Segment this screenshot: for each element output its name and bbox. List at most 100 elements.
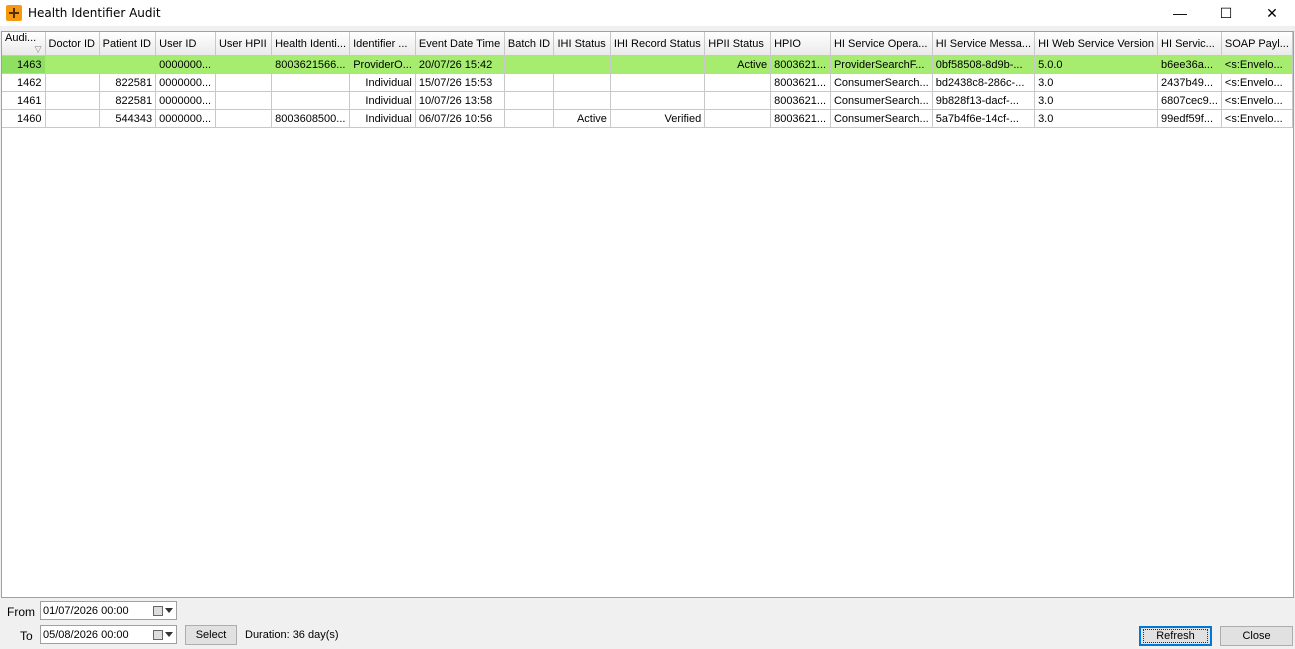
- table-cell[interactable]: Individual: [349, 73, 416, 92]
- table-cell[interactable]: 06/07/26 10:56: [415, 109, 505, 128]
- table-cell[interactable]: [504, 73, 555, 92]
- table-cell[interactable]: [704, 73, 772, 92]
- close-button[interactable]: Close: [1220, 626, 1293, 646]
- minimize-icon[interactable]: —: [1157, 0, 1203, 26]
- table-cell[interactable]: <s:Envelo...: [1221, 91, 1293, 110]
- column-header[interactable]: User HPII: [215, 32, 273, 56]
- table-cell[interactable]: ConsumerSearch...: [830, 91, 933, 110]
- table-cell[interactable]: 5.0.0: [1034, 55, 1159, 74]
- column-header[interactable]: User ID: [155, 32, 216, 56]
- column-header[interactable]: Health Identi...: [271, 32, 351, 56]
- table-cell[interactable]: 6807cec9...: [1157, 91, 1222, 110]
- table-cell[interactable]: ConsumerSearch...: [830, 73, 933, 92]
- refresh-button[interactable]: Refresh: [1139, 626, 1212, 646]
- table-cell[interactable]: [99, 55, 157, 74]
- column-header[interactable]: Patient ID: [99, 32, 157, 56]
- table-cell[interactable]: [271, 73, 351, 92]
- table-cell[interactable]: [553, 73, 611, 92]
- table-cell[interactable]: [215, 91, 273, 110]
- table-cell[interactable]: Verified: [610, 109, 706, 128]
- column-header[interactable]: IHI Record Status: [610, 32, 706, 56]
- column-header[interactable]: Doctor ID: [45, 32, 100, 56]
- table-cell[interactable]: 0bf58508-8d9b-...: [932, 55, 1036, 74]
- table-cell[interactable]: [504, 55, 555, 74]
- table-cell[interactable]: 8003621...: [770, 91, 831, 110]
- close-window-icon[interactable]: ✕: [1249, 0, 1295, 26]
- table-cell[interactable]: 3.0: [1034, 91, 1159, 110]
- table-cell[interactable]: [704, 91, 772, 110]
- table-cell[interactable]: 0000000...: [155, 73, 216, 92]
- column-header[interactable]: HI Servic...: [1157, 32, 1222, 56]
- table-cell[interactable]: 8003621...: [770, 73, 831, 92]
- to-date-picker[interactable]: 05/08/2026 00:00: [40, 625, 177, 644]
- table-row[interactable]: 1462 822581 0000000... Individual 15/07/26 1…: [2, 73, 1293, 92]
- table-row[interactable]: 1463 0000000... 8003621566... ProviderO... 2…: [2, 55, 1293, 74]
- column-header[interactable]: HPIO: [770, 32, 831, 56]
- table-cell[interactable]: 2437b49...: [1157, 73, 1222, 92]
- column-header[interactable]: IHI Status: [553, 32, 611, 56]
- table-row[interactable]: 1461 822581 0000000... Individual 10/07/26 1…: [2, 91, 1293, 110]
- table-cell[interactable]: [45, 73, 100, 92]
- table-cell[interactable]: [45, 91, 100, 110]
- table-cell[interactable]: 3.0: [1034, 73, 1159, 92]
- table-cell[interactable]: <s:Envelo...: [1221, 55, 1293, 74]
- table-cell[interactable]: 8003621...: [770, 55, 831, 74]
- column-header[interactable]: HI Web Service Version: [1034, 32, 1159, 56]
- table-cell[interactable]: [553, 91, 611, 110]
- table-cell[interactable]: [504, 91, 555, 110]
- table-cell[interactable]: <s:Envelo...: [1221, 109, 1293, 128]
- column-header[interactable]: Audi... ▽: [2, 32, 46, 56]
- table-cell[interactable]: 5a7b4f6e-14cf-...: [932, 109, 1036, 128]
- table-cell[interactable]: 1462: [2, 73, 46, 92]
- table-cell[interactable]: 1463: [2, 55, 46, 74]
- from-date-picker[interactable]: 01/07/2026 00:00: [40, 601, 177, 620]
- table-cell[interactable]: 8003608500...: [271, 109, 351, 128]
- table-cell[interactable]: 1460: [2, 109, 46, 128]
- table-cell[interactable]: 15/07/26 15:53: [415, 73, 505, 92]
- table-cell[interactable]: 3.0: [1034, 109, 1159, 128]
- table-cell[interactable]: 544343: [99, 109, 157, 128]
- table-cell[interactable]: ConsumerSearch...: [830, 109, 933, 128]
- table-cell[interactable]: [610, 91, 706, 110]
- table-cell[interactable]: 99edf59f...: [1157, 109, 1222, 128]
- audit-grid[interactable]: Audi... ▽ Doctor ID Patient ID User ID User H…: [1, 31, 1294, 598]
- column-header[interactable]: Identifier ...: [349, 32, 416, 56]
- table-cell[interactable]: [610, 55, 706, 74]
- table-cell[interactable]: Active: [553, 109, 611, 128]
- table-cell[interactable]: 0000000...: [155, 55, 216, 74]
- table-cell[interactable]: [610, 73, 706, 92]
- table-cell[interactable]: 1461: [2, 91, 46, 110]
- select-button[interactable]: Select: [185, 625, 237, 645]
- table-cell[interactable]: 20/07/26 15:42: [415, 55, 505, 74]
- table-cell[interactable]: bd2438c8-286c-...: [932, 73, 1036, 92]
- table-cell[interactable]: [45, 109, 100, 128]
- table-cell[interactable]: ProviderSearchF...: [830, 55, 933, 74]
- table-cell[interactable]: Individual: [349, 91, 416, 110]
- table-cell[interactable]: [704, 109, 772, 128]
- table-cell[interactable]: 8003621566...: [271, 55, 351, 74]
- table-cell[interactable]: [215, 109, 273, 128]
- table-cell[interactable]: Active: [704, 55, 772, 74]
- table-cell[interactable]: 0000000...: [155, 91, 216, 110]
- column-header[interactable]: Batch ID: [504, 32, 555, 56]
- table-cell[interactable]: [271, 91, 351, 110]
- column-header[interactable]: HI Service Opera...: [830, 32, 933, 56]
- table-cell[interactable]: 9b828f13-dacf-...: [932, 91, 1036, 110]
- table-cell[interactable]: 8003621...: [770, 109, 831, 128]
- table-cell[interactable]: [553, 55, 611, 74]
- table-row[interactable]: 1460 544343 0000000... 8003608500... Individ…: [2, 109, 1293, 128]
- from-calendar-dropdown[interactable]: [150, 602, 176, 619]
- table-cell[interactable]: [215, 55, 273, 74]
- table-cell[interactable]: 822581: [99, 73, 157, 92]
- table-cell[interactable]: [215, 73, 273, 92]
- table-cell[interactable]: ProviderO...: [349, 55, 416, 74]
- to-calendar-dropdown[interactable]: [150, 626, 176, 643]
- column-header[interactable]: HPII Status: [704, 32, 772, 56]
- table-cell[interactable]: 0000000...: [155, 109, 216, 128]
- table-cell[interactable]: [504, 109, 555, 128]
- maximize-icon[interactable]: ☐: [1203, 0, 1249, 26]
- table-cell[interactable]: [45, 55, 100, 74]
- table-cell[interactable]: 10/07/26 13:58: [415, 91, 505, 110]
- table-cell[interactable]: <s:Envelo...: [1221, 73, 1293, 92]
- column-header[interactable]: SOAP Payl...: [1221, 32, 1293, 56]
